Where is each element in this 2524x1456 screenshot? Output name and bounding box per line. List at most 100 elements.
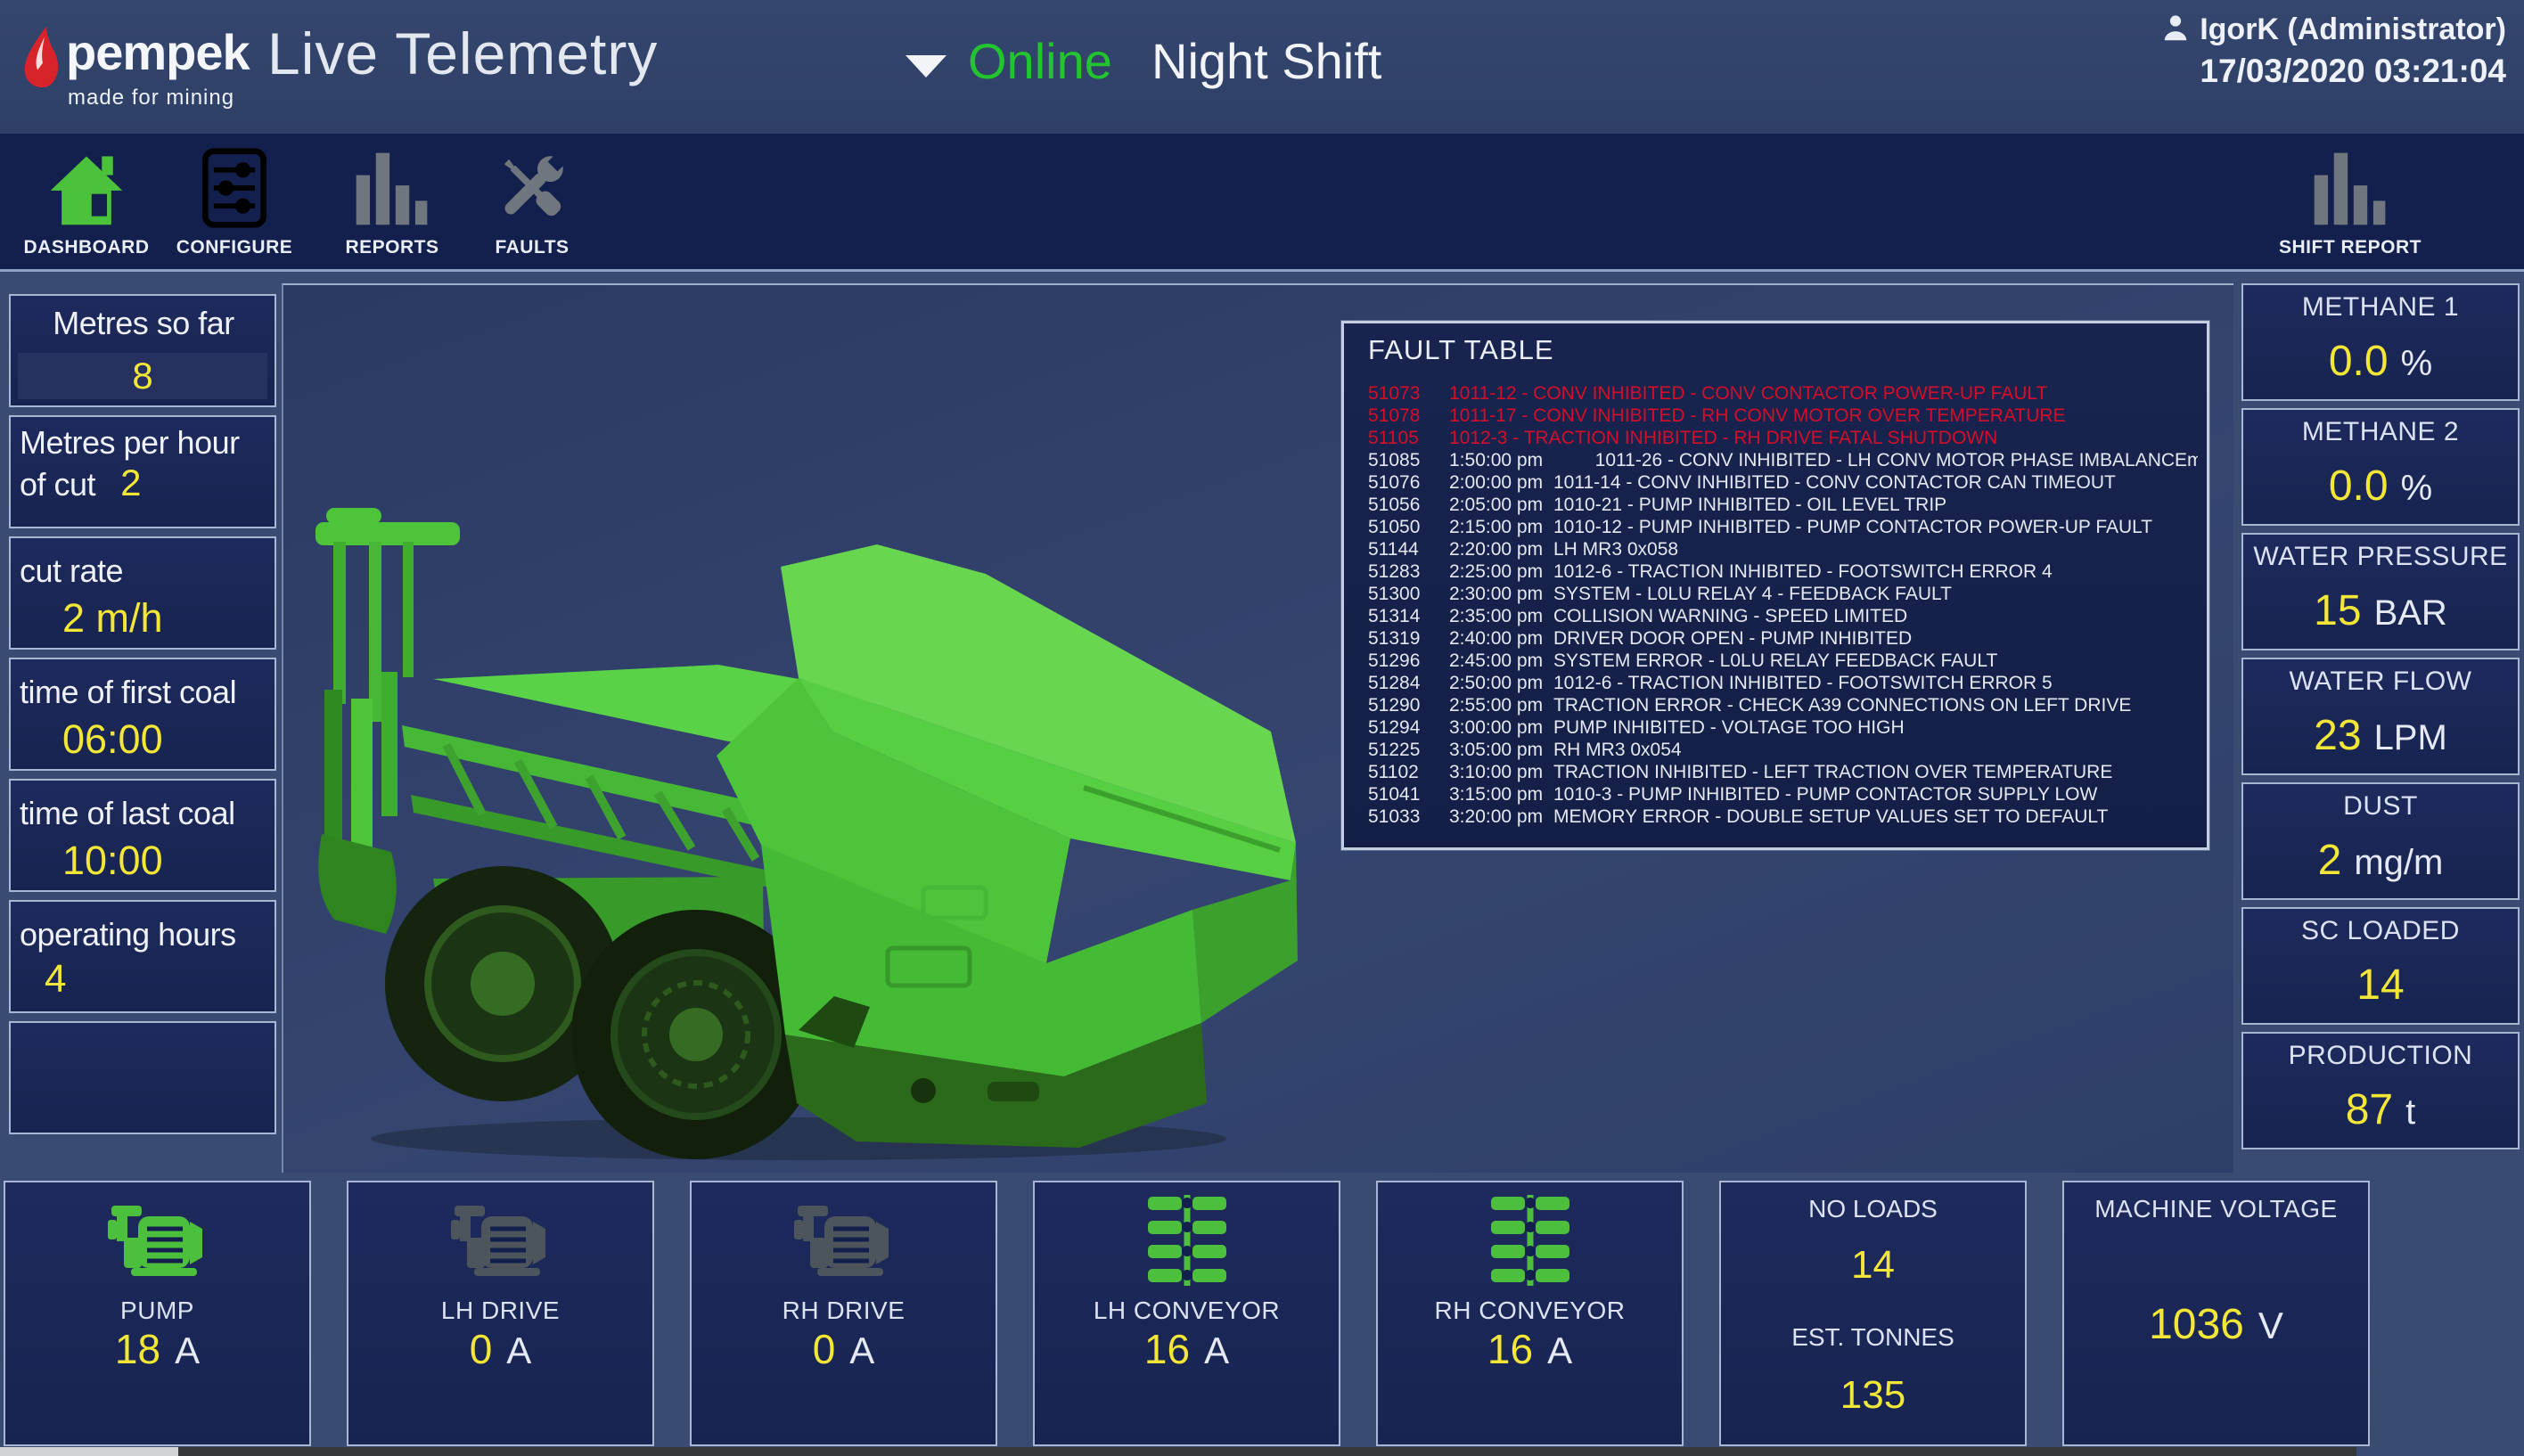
- status-panel-pump: PUMP18A: [4, 1181, 311, 1446]
- fault-row[interactable]: 512253:05:00 pmRH MR3 0x054: [1368, 739, 2198, 761]
- toolbar-item-dashboard[interactable]: DASHBOARD: [11, 139, 162, 266]
- conveyor-icon: [1378, 1193, 1682, 1288]
- status-value-2: 135: [1721, 1373, 2025, 1418]
- left-metric-panel: cut rate2 m/h: [9, 536, 276, 650]
- left-metric-panel: time of first coal06:00: [9, 658, 276, 771]
- status-panel-lh-conveyor: LH CONVEYOR16A: [1033, 1181, 1340, 1446]
- left-metric-panel: operating hours4: [9, 900, 276, 1013]
- sensor-panel: WATER FLOW23LPM: [2241, 658, 2520, 775]
- status-panel-machine-voltage: MACHINE VOLTAGE1036V: [2062, 1181, 2370, 1446]
- fault-id: 51105: [1368, 427, 1449, 449]
- left-metric-panel: Metres so far8: [9, 294, 276, 407]
- user-line[interactable]: IgorK (Administrator): [2160, 12, 2506, 47]
- status-panel-no-loads: NO LOADS14EST. TONNES135: [1719, 1181, 2027, 1446]
- main-canvas: FAULT TABLE 510731011-12 - CONV INHIBITE…: [282, 283, 2233, 1173]
- fault-description: 1010-3 - PUMP INHIBITED - PUMP CONTACTOR…: [1553, 783, 2198, 806]
- status-value: 0: [813, 1326, 836, 1372]
- status-label: LH DRIVE: [348, 1296, 652, 1325]
- fault-id: 51314: [1368, 605, 1449, 627]
- fault-description: TRACTION ERROR - CHECK A39 CONNECTIONS O…: [1553, 694, 2198, 716]
- status-unit: A: [1547, 1329, 1572, 1371]
- left-metric-panel: [9, 1021, 276, 1134]
- status-panel-rh-conveyor: RH CONVEYOR16A: [1376, 1181, 1684, 1446]
- fault-id: 51041: [1368, 783, 1449, 806]
- fault-row[interactable]: 510781011-17 - CONV INHIBITED - RH CONV …: [1368, 405, 2198, 427]
- status-value: 0: [470, 1326, 493, 1372]
- fault-row[interactable]: 511023:10:00 pmTRACTION INHIBITED - LEFT…: [1368, 761, 2198, 783]
- status-label-2: EST. TONNES: [1721, 1323, 2025, 1352]
- fault-row[interactable]: 512832:25:00 pm1012-6 - TRACTION INHIBIT…: [1368, 560, 2198, 583]
- sensor-value: 23: [2314, 712, 2361, 759]
- fault-row[interactable]: 512943:00:00 pmPUMP INHIBITED - VOLTAGE …: [1368, 716, 2198, 739]
- fault-time: 3:00:00 pm: [1449, 716, 1553, 739]
- fault-id: 51283: [1368, 560, 1449, 583]
- status-value: 16: [1144, 1326, 1190, 1372]
- fault-row[interactable]: 510762:00:00 pm1011-14 - CONV INHIBITED …: [1368, 471, 2198, 494]
- fault-row[interactable]: 510502:15:00 pm1010-12 - PUMP INHIBITED …: [1368, 516, 2198, 538]
- metric-value-box: 8: [18, 353, 267, 399]
- fault-table: FAULT TABLE 510731011-12 - CONV INHIBITE…: [1341, 321, 2209, 850]
- fault-time: 1:50:00 pm: [1449, 449, 1553, 471]
- fault-description: SYSTEM - L0LU RELAY 4 - FEEDBACK FAULT: [1553, 583, 2198, 605]
- sensor-label: SC LOADED: [2243, 916, 2518, 946]
- fault-time: 3:10:00 pm: [1449, 761, 1553, 783]
- toolbar-item-faults[interactable]: FAULTS: [456, 139, 608, 266]
- metric-value: 2: [120, 462, 141, 503]
- fault-row[interactable]: 510333:20:00 pmMEMORY ERROR - DOUBLE SET…: [1368, 806, 2198, 828]
- fault-id: 51284: [1368, 672, 1449, 694]
- sensor-value: 0.0: [2329, 338, 2389, 385]
- chevron-down-icon[interactable]: [906, 55, 946, 78]
- left-metric-panel: Metres per hour of cut2: [9, 415, 276, 528]
- shift-report-button[interactable]: SHIFT REPORT: [2274, 139, 2426, 266]
- datetime: 17/03/2020 03:21:04: [2160, 53, 2506, 90]
- fault-row[interactable]: 512902:55:00 pmTRACTION ERROR - CHECK A3…: [1368, 694, 2198, 716]
- toolbar-item-label: CONFIGURE: [159, 237, 310, 258]
- machine-3d-image[interactable]: [299, 460, 1308, 1164]
- fault-table-title: FAULT TABLE: [1368, 334, 1554, 366]
- fault-row[interactable]: 510851:50:00 pm 1011-26 - CONV INHIBITED…: [1368, 449, 2198, 471]
- fault-time: 2:40:00 pm: [1449, 627, 1553, 650]
- sensor-panel: SC LOADED14: [2241, 907, 2520, 1025]
- sensor-value-row: 0.0%: [2243, 462, 2518, 511]
- fault-row[interactable]: 512842:50:00 pm1012-6 - TRACTION INHIBIT…: [1368, 672, 2198, 694]
- fault-row[interactable]: 513142:35:00 pmCOLLISION WARNING - SPEED…: [1368, 605, 2198, 627]
- fault-row[interactable]: 510731011-12 - CONV INHIBITED - CONV CON…: [1368, 382, 2198, 405]
- fault-description: 1010-21 - PUMP INHIBITED - OIL LEVEL TRI…: [1553, 494, 2198, 516]
- status-value-row: 16A: [1035, 1325, 1339, 1373]
- scrollbar-thumb[interactable]: [0, 1447, 178, 1456]
- fault-time: 2:55:00 pm: [1449, 694, 1553, 716]
- metric-value: 4: [11, 953, 275, 1002]
- fault-row[interactable]: 512962:45:00 pmSYSTEM ERROR - L0LU RELAY…: [1368, 650, 2198, 672]
- fault-row[interactable]: 511051012-3 - TRACTION INHIBITED - RH DR…: [1368, 427, 2198, 449]
- sensor-value-row: 0.0%: [2243, 337, 2518, 386]
- fault-row[interactable]: 510413:15:00 pm1010-3 - PUMP INHIBITED -…: [1368, 783, 2198, 806]
- shift-name: Night Shift: [1151, 32, 1381, 90]
- fault-description: MEMORY ERROR - DOUBLE SETUP VALUES SET T…: [1553, 806, 2198, 828]
- brand-tagline: made for mining: [68, 86, 234, 110]
- toolbar-item-label: FAULTS: [456, 237, 608, 258]
- bottom-status-row: PUMP18ALH DRIVE0ARH DRIVE0ALH CONVEYOR16…: [4, 1181, 2370, 1446]
- toolbar-item-configure[interactable]: CONFIGURE: [159, 139, 310, 266]
- status-label: LH CONVEYOR: [1035, 1296, 1339, 1325]
- toolbar-item-reports[interactable]: REPORTS: [316, 139, 468, 266]
- status-unit: A: [175, 1329, 200, 1371]
- fault-id: 51050: [1368, 516, 1449, 538]
- fault-time: 2:50:00 pm: [1449, 672, 1553, 694]
- fault-description: RH MR3 0x054: [1553, 739, 2198, 761]
- status-value-row: 16A: [1378, 1325, 1682, 1373]
- fault-row[interactable]: 513002:30:00 pmSYSTEM - L0LU RELAY 4 - F…: [1368, 583, 2198, 605]
- fault-description: TRACTION INHIBITED - LEFT TRACTION OVER …: [1553, 761, 2198, 783]
- fault-row[interactable]: 510562:05:00 pm1010-21 - PUMP INHIBITED …: [1368, 494, 2198, 516]
- fault-id: 51078: [1368, 405, 1449, 427]
- fault-description: PUMP INHIBITED - VOLTAGE TOO HIGH: [1553, 716, 2198, 739]
- fault-row[interactable]: 511442:20:00 pmLH MR3 0x058: [1368, 538, 2198, 560]
- connection-status: Online: [968, 32, 1112, 90]
- horizontal-scrollbar[interactable]: [0, 1447, 2356, 1456]
- fault-row[interactable]: 513192:40:00 pmDRIVER DOOR OPEN - PUMP I…: [1368, 627, 2198, 650]
- fault-id: 51076: [1368, 471, 1449, 494]
- fault-id: 51294: [1368, 716, 1449, 739]
- fault-id: 51296: [1368, 650, 1449, 672]
- metric-value: 06:00: [11, 711, 275, 763]
- shift-report-label: SHIFT REPORT: [2274, 237, 2426, 258]
- fault-time: 2:45:00 pm: [1449, 650, 1553, 672]
